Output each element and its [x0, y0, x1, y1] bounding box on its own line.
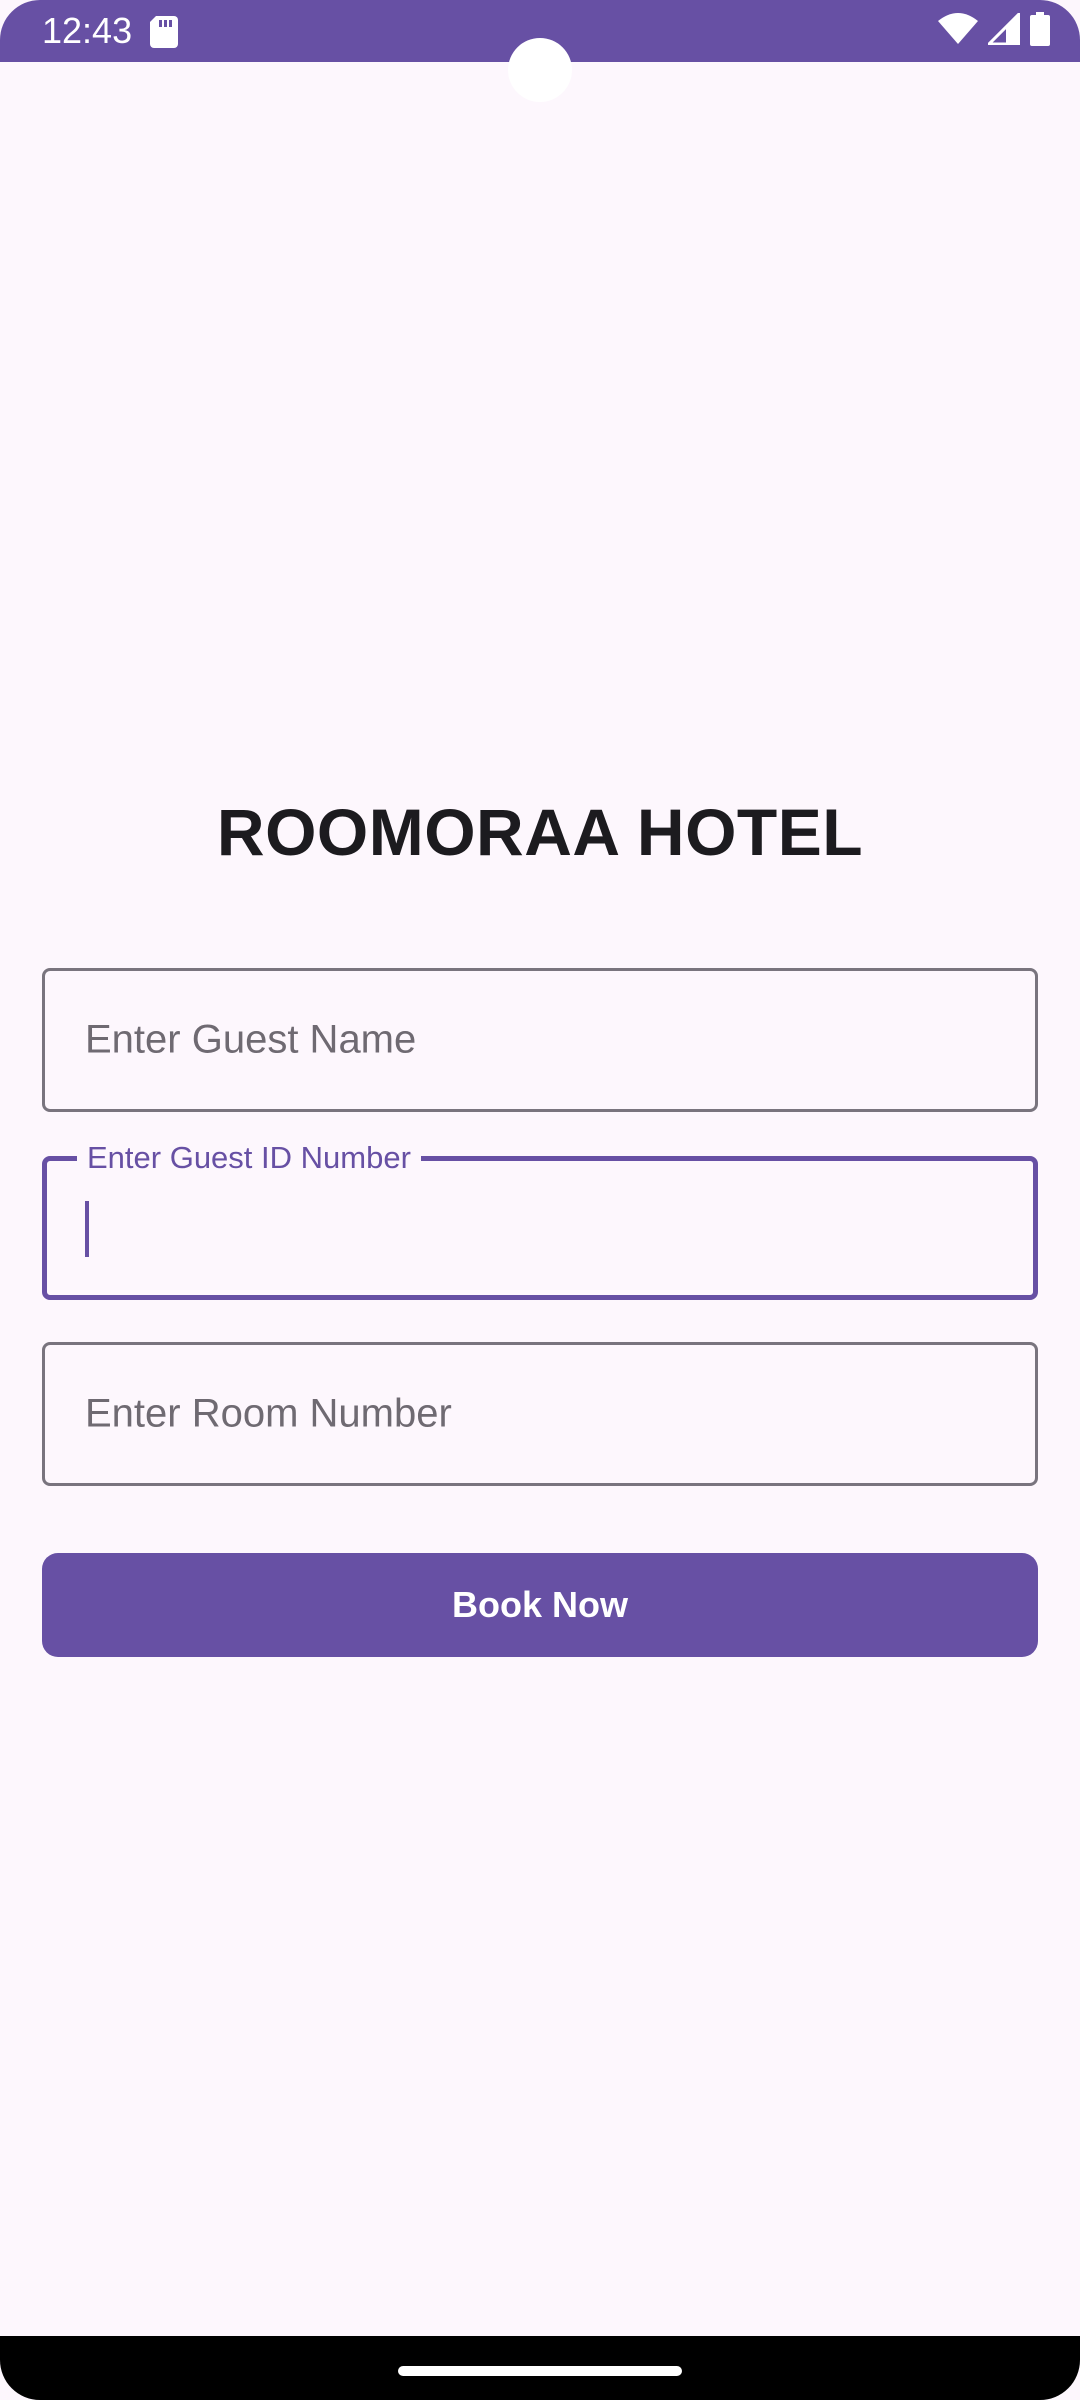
room-number-field[interactable]: Enter Room Number — [42, 1342, 1038, 1486]
guest-name-placeholder: Enter Guest Name — [85, 1017, 417, 1062]
guest-id-label: Enter Guest ID Number — [77, 1139, 421, 1177]
status-icons — [938, 9, 1050, 51]
camera-cutout — [508, 38, 572, 102]
navigation-bar — [0, 2336, 1080, 2400]
wifi-icon — [938, 12, 978, 50]
book-now-button[interactable]: Book Now — [42, 1553, 1038, 1657]
guest-id-field[interactable]: Enter Guest ID Number — [42, 1139, 1038, 1300]
guest-name-field[interactable]: Enter Guest Name — [42, 968, 1038, 1112]
battery-icon — [1030, 11, 1050, 51]
text-cursor — [85, 1201, 89, 1257]
page-title: ROOMORAA HOTEL — [216, 795, 864, 869]
cellular-signal-icon — [985, 9, 1021, 50]
sd-card-icon — [150, 16, 178, 48]
home-indicator[interactable] — [398, 2366, 682, 2376]
status-time: 12:43 — [42, 10, 133, 51]
room-number-placeholder: Enter Room Number — [85, 1391, 452, 1436]
